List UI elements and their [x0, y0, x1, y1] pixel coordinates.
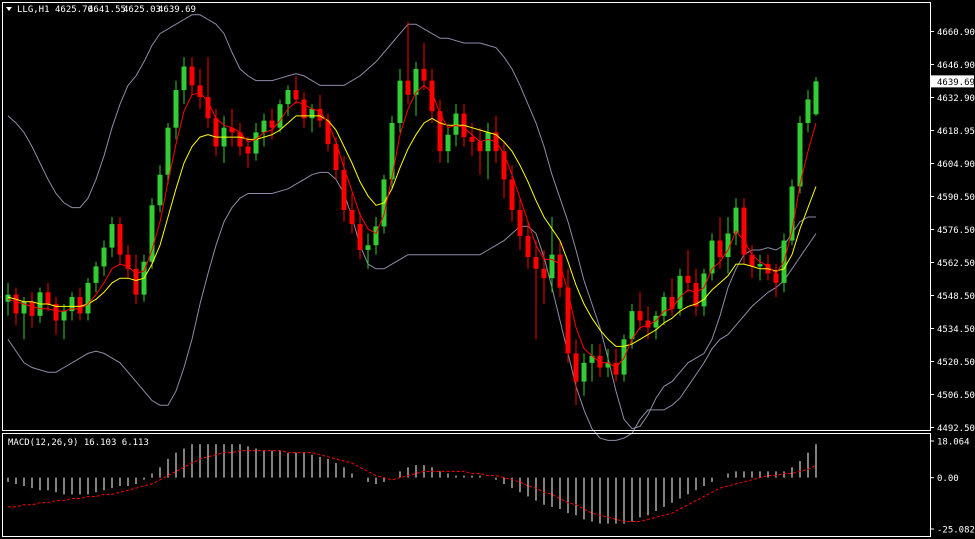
price-tick-label: 4562.50 — [937, 259, 975, 269]
candle-body — [517, 209, 523, 236]
candle-body — [733, 207, 739, 234]
price-tick-label: 4646.90 — [937, 61, 975, 71]
ohlc-high: 4641.55 — [88, 5, 126, 15]
candle-body — [285, 90, 291, 105]
candle-body — [685, 275, 691, 283]
candle-body — [741, 207, 747, 255]
candle-body — [117, 224, 123, 255]
candle-body — [277, 104, 283, 128]
candle-body — [261, 120, 267, 133]
candle-body — [365, 245, 371, 250]
candle-body — [773, 273, 779, 283]
candle-body — [629, 311, 635, 340]
candle-body — [549, 254, 555, 279]
macd-tick-label: 18.064 — [937, 438, 970, 448]
symbol-label: LLG,H1 — [17, 5, 50, 15]
candle-body — [613, 362, 619, 375]
macd-label: MACD(12,26,9) 16.103 6.113 — [8, 438, 149, 448]
candle-body — [757, 264, 763, 267]
candle-body — [565, 287, 571, 354]
candle-body — [293, 90, 299, 100]
candle-body — [165, 127, 171, 175]
price-tick-label: 4632.90 — [937, 94, 975, 104]
candle-body — [525, 235, 531, 258]
price-tick-label: 4548.50 — [937, 292, 975, 302]
candle-body — [109, 224, 115, 248]
candle-body — [405, 80, 411, 95]
macd-tick-label: -25.082 — [937, 526, 975, 536]
candle-body — [397, 80, 403, 123]
current-price-label: 4639.69 — [937, 78, 975, 88]
price-tick-label: 4534.50 — [937, 325, 975, 335]
candle-body — [77, 296, 83, 314]
candle-body — [701, 273, 707, 307]
candle-body — [533, 257, 539, 269]
candle-body — [453, 113, 459, 135]
ohlc-low: 4625.03 — [123, 5, 161, 15]
price-tick-label: 4660.90 — [937, 28, 975, 38]
candle-body — [173, 90, 179, 128]
candle-body — [421, 68, 427, 81]
trading-chart[interactable]: 4660.90 4646.90 4632.90 4618.95 4604.90 4590.… — [0, 0, 975, 539]
price-tick-label: 4520.50 — [937, 358, 975, 368]
candle-body — [485, 132, 491, 152]
price-tick-label: 4604.90 — [937, 160, 975, 170]
candle-body — [541, 268, 547, 279]
price-tick-label: 4590.50 — [937, 193, 975, 203]
candle-body — [29, 301, 35, 316]
candle-body — [189, 66, 195, 86]
candle-body — [477, 141, 483, 152]
candle-body — [157, 174, 163, 206]
candle-body — [5, 294, 11, 302]
candle-body — [197, 85, 203, 98]
ohlc-close: 4639.69 — [158, 5, 196, 15]
candle-body — [637, 311, 643, 321]
candle-body — [269, 120, 275, 128]
candle-body — [501, 151, 507, 180]
price-tick-label: 4576.50 — [937, 226, 975, 236]
candle-body — [101, 247, 107, 267]
candle-body — [181, 66, 187, 91]
candle-body — [469, 137, 475, 142]
candle-body — [813, 81, 819, 115]
candle-body — [717, 240, 723, 258]
candle-body — [13, 294, 19, 314]
candle-body — [45, 292, 51, 305]
candle-body — [357, 224, 363, 250]
price-tick-label: 4506.50 — [937, 391, 975, 401]
candle-body — [677, 275, 683, 309]
candle-body — [309, 108, 315, 119]
candle-body — [445, 134, 451, 152]
candle-body — [93, 266, 99, 283]
candle-body — [85, 282, 91, 314]
price-tick-label: 4618.95 — [937, 127, 975, 137]
candle-body — [509, 179, 515, 210]
candle-body — [349, 209, 355, 225]
candle-body — [61, 311, 67, 321]
macd-tick-label: 0.00 — [937, 474, 959, 484]
candle-body — [805, 99, 811, 123]
price-tick-label: 4492.50 — [937, 424, 975, 434]
candle-body — [389, 122, 395, 180]
candle-body — [581, 362, 587, 382]
candle-body — [253, 132, 259, 154]
candle-body — [213, 118, 219, 147]
candle-body — [245, 146, 251, 154]
candle-body — [341, 170, 347, 210]
candle-body — [573, 353, 579, 382]
